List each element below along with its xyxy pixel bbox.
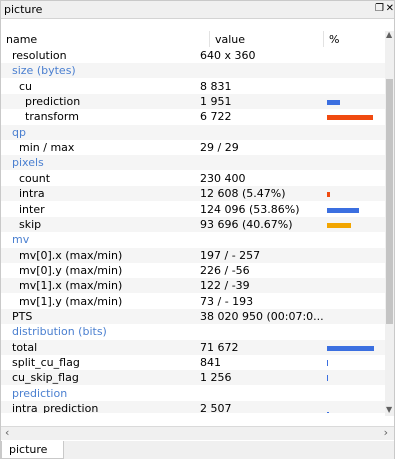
row-value: 2 507 — [200, 402, 232, 413]
row-value: 8 831 — [200, 79, 232, 93]
section-row[interactable]: pixels — [1, 155, 385, 171]
row-value: 197 / - 257 — [200, 248, 261, 262]
row-name: count — [19, 171, 51, 185]
row-value: 1 256 — [200, 371, 232, 385]
row-value: 230 400 — [200, 171, 246, 185]
section-row[interactable]: size (bytes) — [1, 63, 385, 79]
tab-label: picture — [9, 443, 48, 456]
row-name: PTS — [12, 309, 33, 323]
row-name: transform — [25, 110, 79, 124]
row-value: 841 — [200, 356, 221, 369]
column-header-name[interactable]: name — [6, 33, 37, 46]
column-header-percent[interactable]: % — [329, 33, 339, 46]
tab-picture[interactable]: picture — [1, 441, 64, 459]
table-row[interactable]: cu 8 831 — [1, 79, 385, 94]
row-name: qp — [12, 125, 26, 139]
row-value: 38 020 950 (00:07:0... — [200, 309, 324, 323]
row-name: size (bytes) — [12, 64, 76, 78]
percent-bar — [327, 207, 359, 213]
table-row[interactable]: PTS 38 020 950 (00:07:0... — [1, 308, 385, 324]
table-row[interactable]: resolution 640 x 360 — [1, 48, 385, 63]
table-row[interactable]: min / max 29 / 29 — [1, 140, 385, 155]
section-row[interactable]: distribution (bits) — [1, 324, 385, 339]
row-name: resolution — [12, 49, 67, 62]
dock-tabbar: picture — [1, 441, 394, 459]
scroll-right-icon[interactable]: › — [384, 426, 388, 439]
row-value: 6 722 — [200, 110, 232, 124]
table-row[interactable]: mv[0].y (max/min) 226 / -56 — [1, 263, 385, 278]
percent-bar — [327, 192, 330, 198]
row-value: 73 / - 193 — [200, 294, 254, 308]
panel-titlebar[interactable]: picture ❐ ✕ — [1, 1, 394, 19]
row-name: intra_prediction — [12, 402, 99, 413]
close-icon[interactable]: ✕ — [386, 3, 394, 14]
vertical-scrollbar[interactable]: ▲ ▼ — [385, 30, 394, 416]
row-name: min / max — [19, 141, 75, 155]
percent-bar — [327, 115, 373, 121]
section-row[interactable]: mv — [1, 232, 385, 247]
row-name: pixels — [12, 156, 44, 170]
picture-panel: picture ❐ ✕ name value % resolution 640 x… — [0, 0, 395, 459]
table-row[interactable]: mv[1].y (max/min) 73 / - 193 — [1, 294, 385, 309]
scroll-up-icon[interactable]: ▲ — [386, 30, 392, 39]
row-name: distribution (bits) — [12, 325, 107, 339]
table-row[interactable]: intra 12 608 (5.47%) — [1, 186, 385, 202]
row-value: 124 096 (53.86%) — [200, 202, 300, 216]
row-name: mv[1].y (max/min) — [19, 294, 123, 308]
row-name: prediction — [25, 95, 81, 109]
row-value: 12 608 (5.47%) — [200, 187, 286, 201]
scrollbar-thumb[interactable] — [386, 79, 393, 324]
scroll-down-icon[interactable]: ▼ — [386, 405, 392, 414]
percent-bar — [327, 360, 328, 366]
row-value: 640 x 360 — [200, 49, 256, 62]
row-name: prediction — [12, 386, 68, 400]
row-name: mv — [12, 233, 30, 247]
table-row[interactable]: transform 6 722 — [1, 109, 385, 124]
row-name: mv[0].x (max/min) — [19, 248, 123, 262]
table-row[interactable]: cu_skip_flag 1 256 — [1, 370, 385, 386]
float-icon[interactable]: ❐ — [375, 3, 384, 14]
column-divider[interactable] — [209, 31, 210, 47]
row-value: 1 951 — [200, 95, 232, 109]
table-row[interactable]: prediction 1 951 — [1, 94, 385, 110]
table-row[interactable]: skip 93 696 (40.67%) — [1, 216, 385, 232]
table-row[interactable]: total 71 672 — [1, 339, 385, 355]
table-row[interactable]: split_cu_flag 841 — [1, 355, 385, 370]
percent-bar — [327, 222, 351, 228]
row-name: split_cu_flag — [12, 356, 80, 369]
percent-bar — [327, 412, 329, 413]
table-row[interactable]: mv[0].x (max/min) 197 / - 257 — [1, 247, 385, 263]
row-name: skip — [19, 217, 42, 231]
row-name: cu — [19, 79, 33, 93]
column-header-value[interactable]: value — [215, 33, 245, 46]
row-value: 29 / 29 — [200, 141, 239, 155]
row-name: mv[0].y (max/min) — [19, 263, 123, 277]
row-value: 93 696 (40.67%) — [200, 217, 293, 231]
row-name: total — [12, 340, 38, 354]
column-divider[interactable] — [323, 31, 324, 47]
table-row[interactable]: count 230 400 — [1, 171, 385, 186]
row-value: 122 / -39 — [200, 279, 250, 293]
table-header: name value % — [1, 31, 385, 47]
section-row[interactable]: qp — [1, 124, 385, 140]
row-name: mv[1].x (max/min) — [19, 279, 123, 293]
row-value: 226 / -56 — [200, 263, 250, 277]
row-name: inter — [19, 202, 45, 216]
row-value: 71 672 — [200, 340, 239, 354]
percent-bar — [327, 345, 374, 351]
table-row[interactable]: intra_prediction 2 507 — [1, 401, 385, 413]
row-name: intra — [19, 187, 45, 201]
horizontal-scrollbar[interactable]: ‹ › — [1, 426, 394, 440]
table-row[interactable]: inter 124 096 (53.86%) — [1, 202, 385, 217]
property-tree: resolution 640 x 360 size (bytes) cu 8 831 pr… — [1, 48, 385, 413]
scroll-left-icon[interactable]: ‹ — [5, 426, 9, 439]
section-row[interactable]: prediction — [1, 386, 385, 401]
percent-bar — [327, 100, 340, 106]
row-name: cu_skip_flag — [12, 371, 79, 385]
percent-bar — [327, 375, 328, 382]
table-row[interactable]: mv[1].x (max/min) 122 / -39 — [1, 278, 385, 294]
panel-title: picture — [4, 3, 43, 16]
